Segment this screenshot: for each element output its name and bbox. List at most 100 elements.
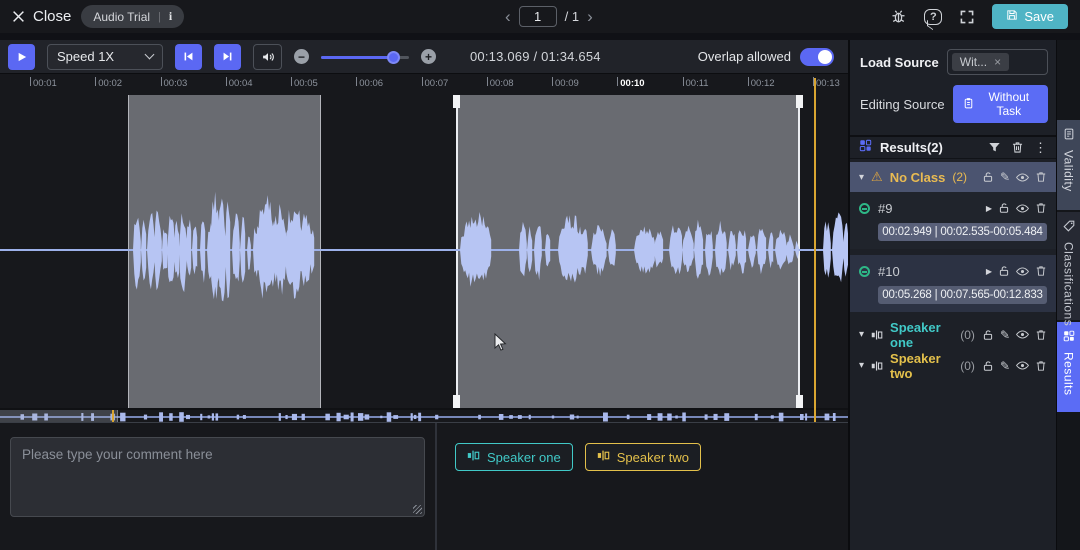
trash-icon[interactable] bbox=[1035, 329, 1047, 341]
status-icon bbox=[859, 202, 870, 214]
comment-section bbox=[0, 423, 437, 550]
divider bbox=[0, 33, 1080, 40]
eye-icon[interactable] bbox=[1016, 328, 1029, 341]
chevron-down-icon[interactable]: ▾ bbox=[859, 360, 864, 371]
ruler-label: 00:10 bbox=[620, 78, 645, 89]
speaker-one-class-button[interactable]: Speaker one bbox=[455, 443, 573, 471]
page-total: / 1 bbox=[564, 9, 580, 24]
ruler-label: 00:05 bbox=[294, 78, 318, 89]
ruler-label: 00:01 bbox=[33, 78, 57, 89]
tab-classifications[interactable]: Classifications bbox=[1057, 212, 1080, 326]
lock-icon[interactable] bbox=[982, 360, 994, 372]
close-button[interactable]: Close bbox=[12, 8, 71, 25]
time-display: 00:13.069 / 01:34.654 bbox=[470, 49, 601, 64]
results-panel-header: Results(2) ⋮ bbox=[850, 135, 1056, 159]
waveform-area[interactable] bbox=[0, 95, 848, 408]
play-segment-icon[interactable]: ▶ bbox=[986, 204, 992, 213]
remove-tag-icon[interactable]: × bbox=[994, 55, 1001, 69]
trash-icon[interactable] bbox=[1035, 360, 1047, 372]
ruler-tick bbox=[486, 77, 488, 86]
overlap-toggle[interactable] bbox=[800, 47, 834, 66]
pencil-icon[interactable]: ✎ bbox=[1000, 170, 1010, 184]
no-class-group-row[interactable]: ▾ ⚠ No Class (2) ✎ bbox=[850, 162, 1056, 192]
comment-input[interactable] bbox=[10, 437, 425, 517]
ruler-label: 00:11 bbox=[685, 78, 709, 89]
speed-label: Speed 1X bbox=[57, 49, 115, 64]
right-sidebar: Load Source Wit... × Editing Source With… bbox=[850, 40, 1056, 550]
eye-icon[interactable] bbox=[1016, 171, 1029, 184]
eye-icon[interactable] bbox=[1016, 359, 1029, 372]
zoom-in-icon[interactable]: + bbox=[421, 49, 436, 64]
speaker-two-group-row[interactable]: ▾ Speaker two (0) ✎ bbox=[850, 350, 1056, 381]
close-icon bbox=[12, 10, 25, 23]
chevron-down-icon bbox=[144, 49, 155, 60]
ruler-tick bbox=[95, 77, 97, 86]
slider-knob[interactable] bbox=[387, 50, 401, 64]
classifications-icon bbox=[1062, 219, 1075, 237]
segment-time-range: 00:02.949 | 00:02.535-00:05.484 bbox=[878, 223, 1047, 241]
speaker-two-class-button[interactable]: Speaker two bbox=[584, 443, 701, 471]
prev-page-icon[interactable]: ‹ bbox=[505, 8, 511, 25]
minimap[interactable] bbox=[0, 408, 848, 422]
volume-button[interactable] bbox=[253, 43, 282, 70]
zoom-slider[interactable] bbox=[321, 50, 409, 64]
segment-icon bbox=[467, 449, 480, 465]
help-icon[interactable]: ? bbox=[924, 8, 943, 25]
pencil-icon[interactable]: ✎ bbox=[1000, 328, 1010, 342]
fullscreen-icon[interactable] bbox=[959, 9, 975, 25]
chevron-down-icon[interactable]: ▾ bbox=[859, 329, 864, 340]
speaker-two-group-label: Speaker two bbox=[890, 350, 941, 381]
trash-icon[interactable] bbox=[1035, 202, 1047, 214]
eye-icon[interactable] bbox=[1016, 265, 1029, 278]
tab-results[interactable]: Results bbox=[1057, 322, 1080, 412]
info-icon[interactable]: i bbox=[169, 9, 172, 24]
ruler-label: 00:03 bbox=[163, 78, 188, 89]
bug-report-icon[interactable] bbox=[890, 8, 907, 25]
speed-select[interactable]: Speed 1X bbox=[47, 43, 163, 70]
validity-icon bbox=[1063, 127, 1075, 145]
results-grid-icon bbox=[859, 139, 872, 157]
save-label: Save bbox=[1024, 9, 1054, 24]
ruler-tick bbox=[747, 77, 749, 86]
result-item[interactable]: #9 ▶ 00:02.949 | 00:02.535-00:05.484 bbox=[850, 192, 1056, 249]
load-source-select[interactable]: Wit... × bbox=[946, 49, 1048, 75]
lock-icon[interactable] bbox=[998, 265, 1010, 277]
play-segment-icon[interactable]: ▶ bbox=[986, 267, 992, 276]
trash-icon[interactable] bbox=[1035, 171, 1047, 183]
next-page-icon[interactable]: › bbox=[587, 8, 593, 25]
save-button[interactable]: Save bbox=[992, 4, 1068, 29]
play-button[interactable] bbox=[8, 43, 35, 70]
filter-icon[interactable] bbox=[988, 141, 1001, 154]
speaker-one-group-row[interactable]: ▾ Speaker one (0) ✎ bbox=[850, 320, 1056, 350]
segment-icon bbox=[871, 360, 883, 372]
playhead[interactable] bbox=[814, 78, 816, 422]
page-number-input[interactable] bbox=[518, 6, 557, 27]
lock-icon[interactable] bbox=[982, 329, 994, 341]
skip-back-button[interactable] bbox=[175, 43, 202, 70]
waveform bbox=[0, 191, 848, 302]
tab-validity[interactable]: Validity bbox=[1057, 120, 1080, 210]
kebab-menu-icon[interactable]: ⋮ bbox=[1034, 140, 1047, 156]
ruler-label: 00:09 bbox=[555, 78, 579, 89]
chevron-down-icon[interactable]: ▾ bbox=[859, 172, 864, 183]
lock-icon[interactable] bbox=[982, 171, 994, 183]
trial-name-pill[interactable]: Audio Trial | i bbox=[81, 5, 185, 28]
skip-forward-button[interactable] bbox=[214, 43, 241, 70]
minimap-viewport[interactable] bbox=[0, 410, 118, 422]
without-task-button[interactable]: Without Task bbox=[952, 85, 1048, 123]
trash-icon[interactable] bbox=[1035, 265, 1047, 277]
ruler-label: 00:02 bbox=[98, 78, 123, 89]
pencil-icon[interactable]: ✎ bbox=[1000, 359, 1010, 373]
side-tab-strip: Validity Classifications Results bbox=[1056, 40, 1080, 550]
status-icon bbox=[859, 265, 870, 277]
zoom-out-icon[interactable]: − bbox=[294, 49, 309, 64]
result-item[interactable]: #10 ▶ 00:05.268 | 00:07.565-00:12.833 bbox=[850, 255, 1056, 312]
speaker-one-label: Speaker one bbox=[487, 449, 561, 465]
time-ruler[interactable]: 00:01 00:02 00:03 00:04 00:05 00:06 00:07 00:08… bbox=[0, 74, 848, 95]
eye-icon[interactable] bbox=[1016, 202, 1029, 215]
ruler-tick bbox=[30, 77, 31, 86]
trash-icon[interactable] bbox=[1011, 141, 1024, 154]
tab-validity-label: Validity bbox=[1061, 150, 1076, 192]
lock-icon[interactable] bbox=[998, 202, 1010, 214]
ruler-tick bbox=[356, 77, 358, 86]
